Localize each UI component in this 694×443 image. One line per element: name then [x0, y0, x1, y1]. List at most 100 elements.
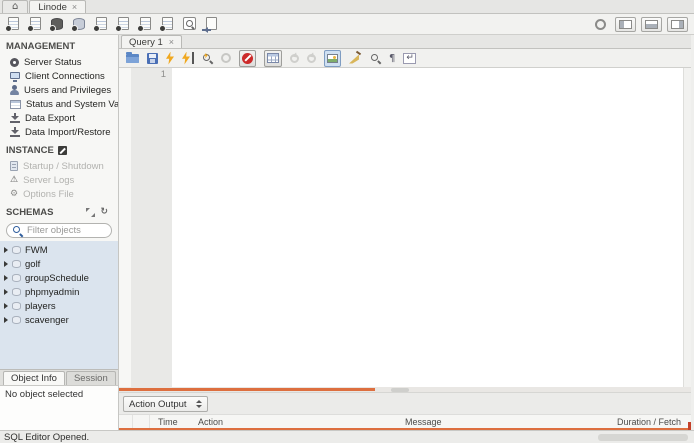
save-icon [147, 52, 158, 64]
editor-scrollbar[interactable] [683, 68, 691, 387]
schema-list: FWM golf groupSchedule phpmyadmin player [0, 241, 118, 369]
close-icon[interactable]: × [72, 2, 77, 12]
sidebar-item-label: Startup / Shutdown [23, 160, 104, 172]
query-tab[interactable]: Query 1 × [121, 35, 183, 48]
tab-object-info[interactable]: Object Info [3, 371, 65, 385]
expander-triangle-icon[interactable] [4, 247, 8, 253]
reconnect-button[interactable] [202, 16, 220, 33]
schema-item-phpmyadmin[interactable]: phpmyadmin [0, 285, 118, 299]
object-info-panel: No object selected [0, 385, 118, 430]
rollback-button[interactable] [307, 51, 316, 66]
toggle-bottom-panel-button[interactable] [641, 16, 662, 32]
column-message[interactable]: Message [405, 417, 442, 427]
toggle-bottom-panel-icon [645, 19, 658, 29]
sidebar: MANAGEMENT Server Status Client Connecti… [0, 35, 119, 430]
expander-triangle-icon[interactable] [4, 261, 8, 267]
instance-header: INSTANCE [0, 139, 118, 159]
schema-label: golf [25, 258, 41, 270]
output-view-select[interactable]: Action Output [123, 396, 208, 412]
management-header: MANAGEMENT [0, 35, 118, 55]
autocommit-toggle-icon [327, 53, 338, 63]
new-table-button[interactable] [92, 16, 110, 32]
expander-triangle-icon[interactable] [4, 317, 8, 323]
wrench-icon: ⚙ [10, 188, 19, 199]
schema-item-fwm[interactable]: FWM [0, 243, 118, 257]
stop-button[interactable] [221, 51, 231, 66]
schema-icon [12, 260, 21, 268]
refresh-icon[interactable]: ↻ [100, 208, 108, 217]
close-icon[interactable]: × [169, 37, 174, 47]
splitter-grip-icon[interactable] [391, 388, 409, 392]
schema-item-groupschedule[interactable]: groupSchedule [0, 271, 118, 285]
stop-on-error-toggle[interactable] [239, 49, 256, 67]
wrap-text-button[interactable] [403, 51, 417, 66]
schema-filter-input[interactable] [27, 225, 106, 236]
connection-tab[interactable]: Linode × [29, 0, 87, 13]
schema-icon [12, 246, 21, 254]
schemas-header: SCHEMAS ↻ [0, 201, 118, 221]
new-sql-tab-button[interactable] [4, 16, 22, 32]
user-icon [10, 85, 19, 95]
schemas-header-label: SCHEMAS [6, 207, 54, 218]
sidebar-item-data-import[interactable]: Data Import/Restore [0, 125, 118, 139]
sidebar-item-label: Options File [23, 188, 74, 200]
column-time[interactable]: Time [158, 417, 178, 427]
new-view-button[interactable] [114, 16, 132, 32]
commit-button[interactable] [290, 51, 299, 66]
explain-button[interactable] [202, 51, 213, 66]
new-schema-button[interactable] [48, 16, 66, 32]
alter-schema-button[interactable] [70, 16, 88, 32]
expander-triangle-icon[interactable] [4, 289, 8, 295]
schema-icon [12, 302, 21, 310]
output-table-header: Time Action Message Duration / Fetch [119, 414, 691, 432]
column-action[interactable]: Action [198, 417, 223, 427]
home-tab[interactable]: ⌂ [2, 0, 29, 13]
schema-item-scavenger[interactable]: scavenger [0, 313, 118, 327]
sql-editor[interactable]: 1 [119, 68, 691, 387]
beautify-button[interactable] [349, 51, 362, 66]
toggle-left-panel-button[interactable] [615, 16, 636, 32]
limit-rows-toggle[interactable] [264, 49, 282, 67]
schema-label: groupSchedule [25, 272, 89, 284]
open-sql-script-button[interactable] [26, 16, 44, 32]
save-button[interactable] [147, 51, 158, 66]
find-icon [370, 53, 381, 64]
home-icon: ⌂ [12, 1, 19, 12]
search-data-button[interactable] [180, 16, 198, 32]
query-tab-label: Query 1 [129, 36, 163, 48]
sidebar-item-server-status[interactable]: Server Status [0, 55, 118, 69]
sidebar-item-server-logs[interactable]: ⚠ Server Logs [0, 173, 118, 187]
expander-triangle-icon[interactable] [4, 275, 8, 281]
sidebar-item-users-privileges[interactable]: Users and Privileges [0, 83, 118, 97]
schema-filter-box[interactable] [6, 223, 112, 238]
execute-current-button[interactable] [182, 51, 194, 66]
toggle-right-panel-button[interactable] [667, 16, 688, 32]
limit-rows-toggle-icon [267, 53, 279, 63]
new-procedure-button[interactable] [136, 16, 154, 32]
horizontal-scrollbar-thumb[interactable] [598, 434, 688, 441]
sidebar-item-startup-shutdown[interactable]: Startup / Shutdown [0, 159, 118, 173]
invisible-chars-button[interactable]: ¶ [389, 51, 395, 66]
tab-session[interactable]: Session [65, 371, 116, 385]
sidebar-item-label: Data Export [25, 112, 76, 124]
code-area[interactable] [172, 68, 683, 387]
autocommit-toggle[interactable] [324, 49, 341, 67]
schema-filter-row [0, 221, 118, 241]
new-function-button[interactable] [158, 16, 176, 32]
panel-toggles [595, 16, 688, 32]
sidebar-item-client-connections[interactable]: Client Connections [0, 69, 118, 83]
expand-icon[interactable] [86, 208, 96, 217]
schema-item-golf[interactable]: golf [0, 257, 118, 271]
expander-triangle-icon[interactable] [4, 303, 8, 309]
output-view-label: Action Output [129, 398, 187, 410]
find-button[interactable] [370, 51, 381, 66]
output-col-icon [119, 415, 133, 428]
execute-button[interactable] [166, 51, 174, 66]
sidebar-item-options-file[interactable]: ⚙ Options File [0, 187, 118, 201]
column-duration-fetch[interactable]: Duration / Fetch [617, 417, 681, 427]
sidebar-item-data-export[interactable]: Data Export [0, 111, 118, 125]
sidebar-item-status-variables[interactable]: Status and System Variables [0, 97, 118, 111]
schema-item-players[interactable]: players [0, 299, 118, 313]
open-file-button[interactable] [126, 51, 139, 66]
spinner-icon [195, 400, 202, 408]
